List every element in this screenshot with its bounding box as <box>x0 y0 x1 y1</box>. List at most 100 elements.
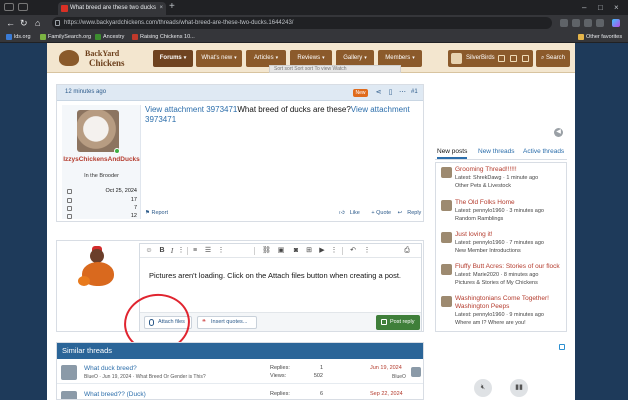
mute-icon[interactable]: 🔇︎ <box>474 379 492 397</box>
text-options-icon[interactable]: ⋮ <box>177 247 185 255</box>
insert-options-icon[interactable]: ⋮ <box>330 247 338 255</box>
nav-whats-new[interactable]: What's new ▾ <box>196 50 242 67</box>
post-number[interactable]: #1 <box>411 89 418 95</box>
list-item-forum[interactable]: Other Pets & Livestock <box>455 183 511 189</box>
replies-count: 6 <box>319 391 323 397</box>
image-icon[interactable]: ▣ <box>277 247 285 255</box>
author-name[interactable]: IzzysChickensAndDucks <box>62 156 141 164</box>
list-item-forum[interactable]: New Member Introductions <box>455 248 521 254</box>
reply-link[interactable]: ↩ Reply <box>398 210 427 216</box>
last-poster-avatar[interactable] <box>411 367 421 377</box>
poster-avatar[interactable] <box>441 264 452 275</box>
poster-avatar[interactable] <box>441 296 452 307</box>
list-icon[interactable]: ☰ <box>204 247 212 255</box>
list-item-title[interactable]: Washingtonians Come Together! Washington… <box>455 295 565 311</box>
url-field[interactable]: https://www.backyardchickens.com/threads… <box>52 17 552 29</box>
poster-avatar[interactable] <box>441 232 452 243</box>
post-timestamp[interactable]: 12 minutes ago <box>65 89 106 95</box>
bookmarks-icon[interactable] <box>522 55 529 62</box>
tab-actions-icon[interactable] <box>18 3 28 11</box>
thread-row[interactable]: What duck breed? BlueO · Jun 19, 2024 · … <box>57 362 423 384</box>
poster-avatar[interactable] <box>441 167 452 178</box>
tab-new-posts[interactable]: New posts <box>437 148 468 159</box>
alerts-icon[interactable] <box>510 55 517 62</box>
equalizer-icon[interactable]: ▮▮ <box>510 379 528 397</box>
preview-icon[interactable]: ⎙ <box>403 247 411 255</box>
list-item-title[interactable]: Fluffy Butt Acres: Stories of our flock <box>455 263 565 271</box>
thread-last-date[interactable]: Sep 22, 2024 <box>370 391 403 397</box>
collections-icon[interactable] <box>572 19 580 27</box>
like-link[interactable]: 👍︎ Like <box>339 210 365 216</box>
home-icon[interactable]: ⌂ <box>35 18 40 28</box>
report-link[interactable]: ⚑ Report <box>145 210 168 216</box>
thumbs-up-icon: 👍︎ <box>339 210 345 216</box>
emoji-icon[interactable]: ☺ <box>145 247 153 255</box>
list-item-title[interactable]: Grooming Thread!!!!!! <box>455 166 565 174</box>
list-item-forum[interactable]: Random Ramblings <box>455 216 503 222</box>
search-button[interactable]: ⌕ Search <box>536 50 570 67</box>
italic-icon[interactable]: I <box>168 247 176 255</box>
close-tab-icon[interactable]: × <box>159 2 163 15</box>
thread-row[interactable]: What breed?? (Duck) Replies: 6 Sep 22, 2… <box>57 388 423 399</box>
thread-avatar[interactable] <box>61 391 77 399</box>
bookmark-raising-chickens[interactable]: Raising Chickens 10... <box>132 32 195 42</box>
tab-active-threads[interactable]: Active threads <box>523 148 564 155</box>
post-reply-button[interactable]: Post reply <box>376 315 420 330</box>
workspaces-icon[interactable] <box>4 3 14 11</box>
list-item-title[interactable]: The Old Folks Home <box>455 199 565 207</box>
favorites-icon[interactable] <box>560 19 568 27</box>
thread-title[interactable]: What duck breed? <box>84 365 137 372</box>
refresh-icon[interactable]: ↻ <box>20 18 28 28</box>
thread-avatar[interactable] <box>61 365 77 380</box>
nav-forums[interactable]: Forums ▾ <box>153 50 193 67</box>
ad-choices-icon[interactable] <box>559 344 565 350</box>
back-icon[interactable]: ← <box>6 18 15 28</box>
camera-icon[interactable]: ◙ <box>292 247 300 255</box>
list-item-forum[interactable]: Where am I? Where are you! <box>455 320 526 326</box>
bookmarks-bar: lds.org FamilySearch.org Ancestry Raisin… <box>0 31 628 43</box>
maximize-icon[interactable]: □ <box>598 0 603 15</box>
carousel-control-icon[interactable]: ◀ <box>554 128 563 137</box>
undo-icon[interactable]: ↶ <box>349 247 357 255</box>
copilot-icon[interactable] <box>612 19 620 27</box>
media-icon[interactable]: ▶ <box>318 247 326 255</box>
site-logo[interactable]: BackYard Chickens <box>59 46 137 70</box>
bookmark-other-favorites[interactable]: Other favorites <box>578 32 622 42</box>
share-icon[interactable]: ⋖ <box>375 89 382 96</box>
inbox-icon[interactable] <box>498 55 505 62</box>
format-options-icon[interactable]: ⋮ <box>217 247 225 255</box>
thread-last-date[interactable]: Jun 19, 2024 <box>370 365 402 371</box>
bold-icon[interactable]: B <box>158 247 166 255</box>
bookmark-post-icon[interactable]: ▯ <box>387 89 394 96</box>
poster-avatar[interactable] <box>441 200 452 211</box>
list-item-forum[interactable]: Pictures & Stories of My Chickens <box>455 280 538 286</box>
browser-tab[interactable]: What breed are these two ducks × <box>58 2 166 15</box>
thread-last-user[interactable]: BlueO <box>392 374 406 380</box>
bookmark-ancestry[interactable]: Ancestry <box>95 32 124 42</box>
author-avatar[interactable] <box>77 110 119 152</box>
bookmark-lds[interactable]: lds.org <box>6 32 31 42</box>
quote-icon: ❝ <box>202 319 206 326</box>
link-icon[interactable]: ⛓ <box>262 247 271 255</box>
close-window-icon[interactable]: × <box>614 0 619 15</box>
user-menu-button[interactable]: SilverBirds <box>448 50 533 67</box>
thread-sort-tabs[interactable]: Sort sort Sort sort To view Watch <box>269 65 401 73</box>
reply-text[interactable]: Pictures aren't loading. Click on the At… <box>149 271 411 281</box>
quote-link[interactable]: + Quote <box>371 210 391 216</box>
new-tab-icon[interactable]: + <box>169 1 175 12</box>
bookmark-familysearch[interactable]: FamilySearch.org <box>40 32 91 42</box>
tab-new-threads[interactable]: New threads <box>478 148 515 155</box>
insert-quotes-button[interactable]: ❝ Insert quotes... <box>197 316 257 329</box>
attach-files-button[interactable]: Attach files <box>144 316 192 329</box>
more-options-icon[interactable]: ⋮ <box>363 247 371 255</box>
more-icon[interactable]: ⋯ <box>399 89 406 96</box>
thread-title[interactable]: What breed?? (Duck) <box>84 391 146 398</box>
minimize-icon[interactable]: – <box>582 0 586 15</box>
extensions-icon[interactable] <box>584 19 592 27</box>
align-icon[interactable]: ≡ <box>191 247 199 255</box>
address-bar-row: ← ↻ ⌂ https://www.backyardchickens.com/t… <box>0 15 628 31</box>
list-item-title[interactable]: Just loving it! <box>455 231 565 239</box>
attachment-link[interactable]: View attachment 3973471 <box>145 105 237 114</box>
profile-icon[interactable] <box>596 19 604 27</box>
gif-icon[interactable]: ⊞ <box>305 247 313 255</box>
